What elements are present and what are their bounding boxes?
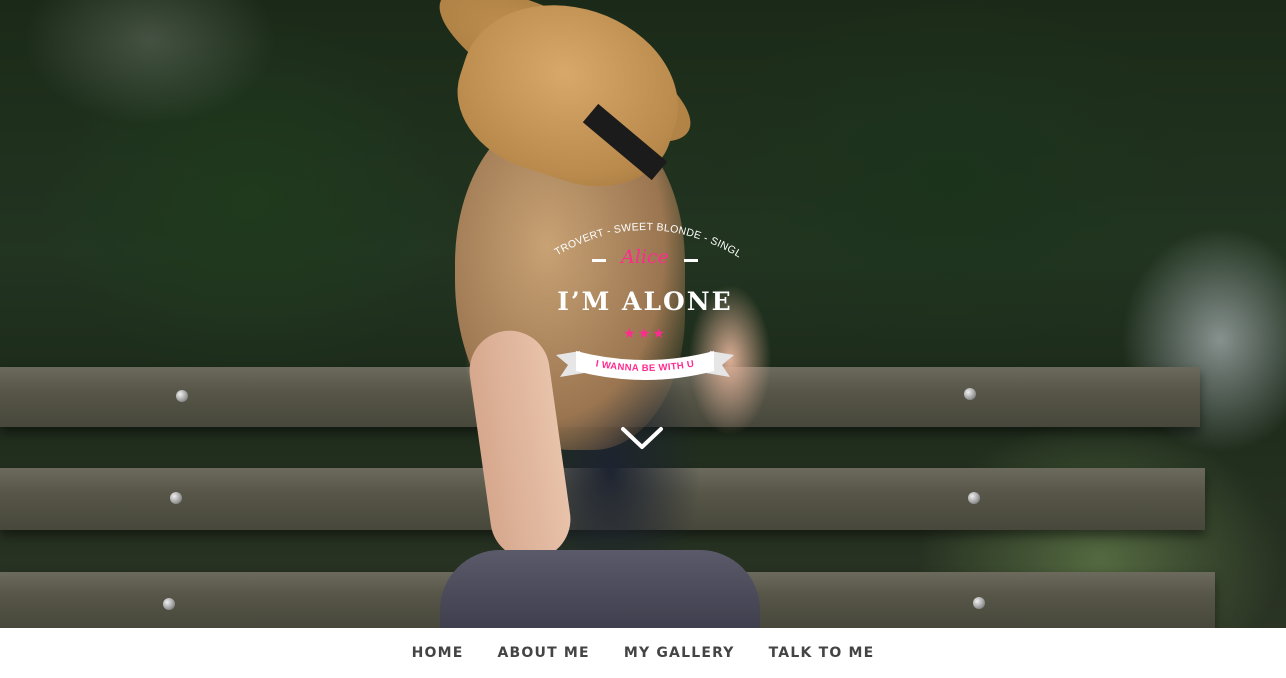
badge-name: Alice xyxy=(621,246,669,268)
nav-item-about-me[interactable]: ABOUT ME xyxy=(498,645,590,661)
bench-bolt xyxy=(176,390,188,402)
ribbon-banner: I WANNA BE WITH U xyxy=(556,351,734,380)
bench-bolt xyxy=(973,597,985,609)
bench-bolt xyxy=(163,598,175,610)
nav-item-talk-to-me[interactable]: TALK TO ME xyxy=(769,645,875,661)
bench-bolt xyxy=(170,492,182,504)
site-logo-badge[interactable]: INTROVERT - SWEET BLONDE - SINGLE Alice … xyxy=(540,205,750,395)
hero-background-photo: INTROVERT - SWEET BLONDE - SINGLE Alice … xyxy=(0,0,1286,628)
nav-item-home[interactable]: HOME xyxy=(412,645,464,661)
bench-bolt xyxy=(968,492,980,504)
bench-bolt xyxy=(964,388,976,400)
girl-legs xyxy=(440,550,760,628)
main-navigation: HOME ABOUT ME MY GALLERY TALK TO ME xyxy=(0,628,1286,678)
chevron-down-icon[interactable] xyxy=(620,425,664,453)
nav-item-my-gallery[interactable]: MY GALLERY xyxy=(624,645,735,661)
site-title: I’M ALONE xyxy=(557,287,733,316)
